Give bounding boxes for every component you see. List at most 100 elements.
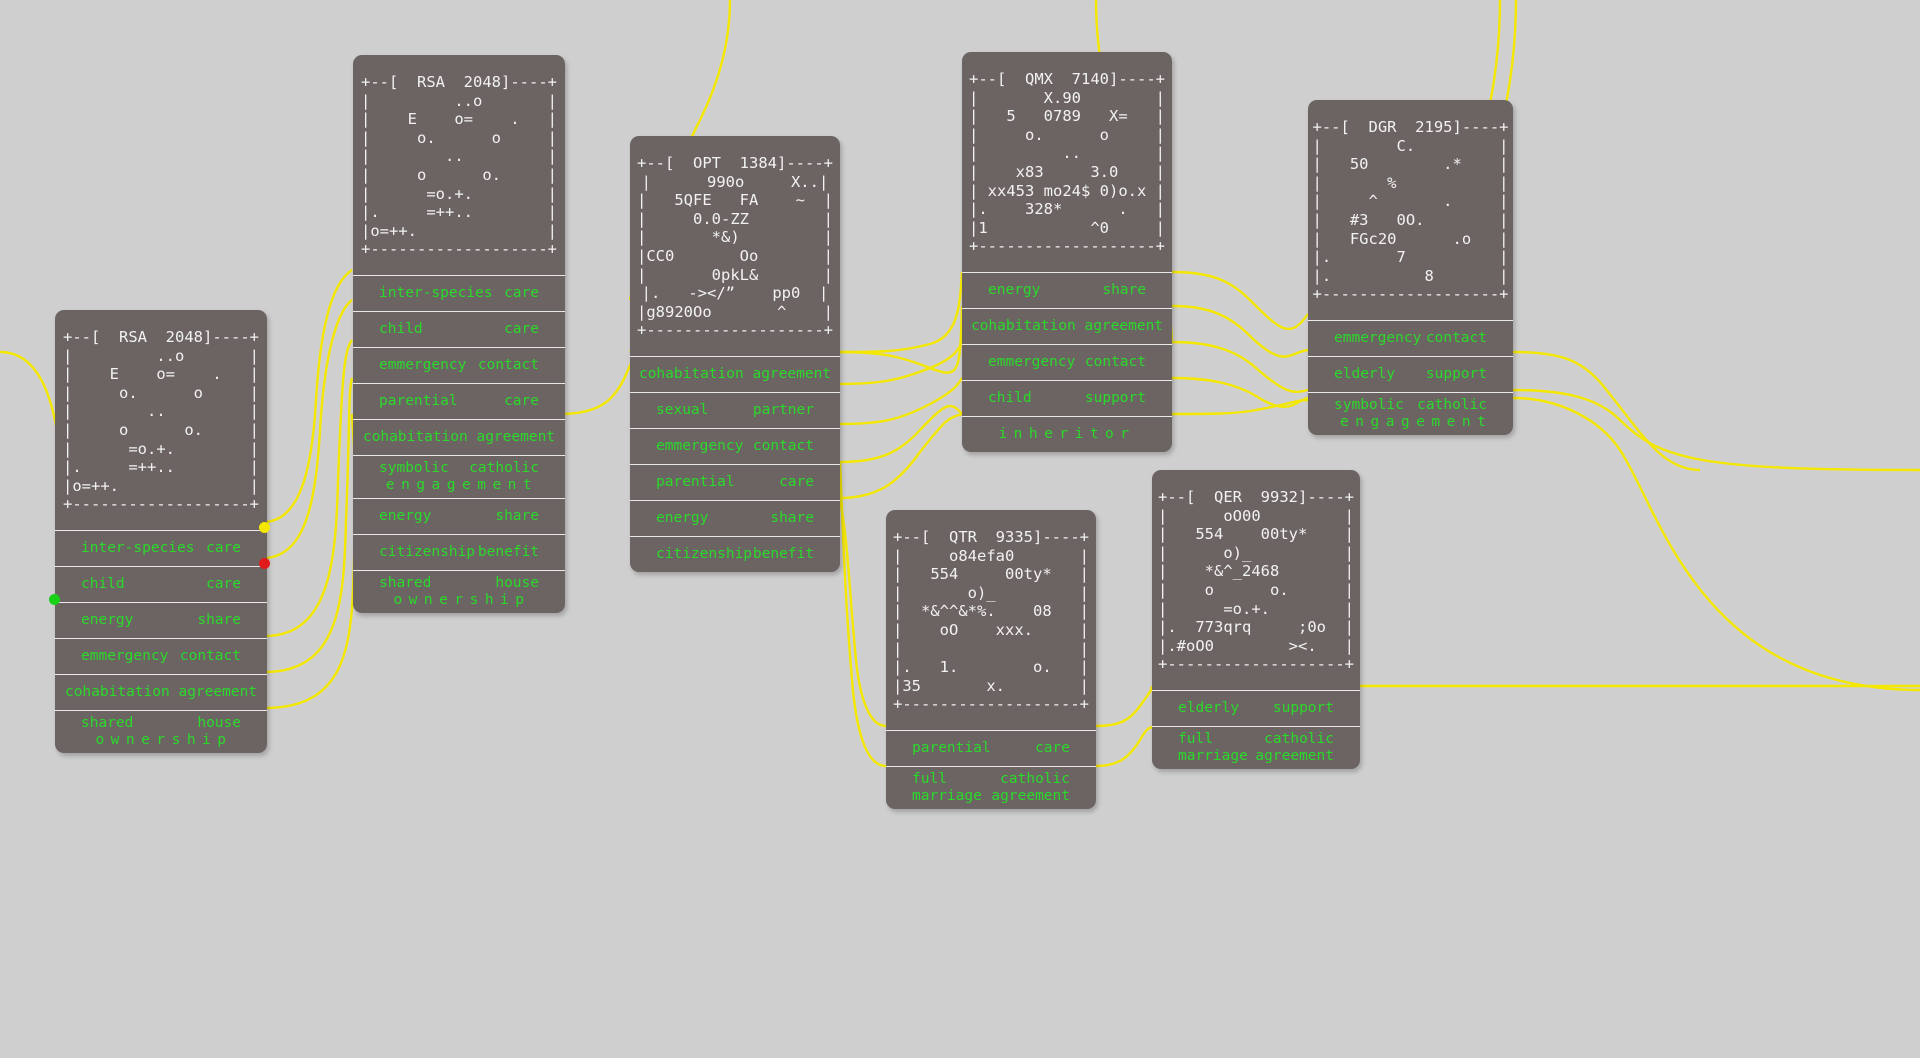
permission-row[interactable]: full catholic marriage agreement: [886, 765, 1096, 809]
label-gap: [1076, 318, 1085, 335]
key-card[interactable]: +--[ QTR 9335]----+ | o84efa0 | | 554 00…: [886, 510, 1096, 809]
permission-row[interactable]: cohabitation agreement: [962, 307, 1172, 344]
label-gap: [468, 429, 477, 446]
permission-label-left: parential: [656, 473, 735, 490]
permission-row[interactable]: elderly support: [1308, 355, 1513, 392]
permission-row[interactable]: emmergency contact: [1308, 319, 1513, 356]
permission-row[interactable]: energy share: [55, 601, 267, 638]
permission-label-right: care: [504, 284, 539, 301]
permission-label-right: care: [206, 539, 241, 556]
connection-wire: [559, 344, 639, 416]
permission-label-right: agreement: [476, 428, 556, 445]
connection-wire: [1171, 376, 1309, 408]
permission-row[interactable]: cohabitation agreement: [55, 673, 267, 710]
permission-label-right: care: [779, 473, 814, 490]
connection-wire: [264, 339, 353, 638]
connection-wire: [1512, 350, 1701, 472]
key-card[interactable]: +--[ QER 9932]----+ | oO00 | | 554 00ty*…: [1152, 470, 1360, 769]
permission-row[interactable]: parential care: [886, 729, 1096, 766]
permission-row[interactable]: energy share: [353, 497, 565, 534]
permission-label-right: contact: [179, 647, 241, 664]
permission-label-right: care: [504, 392, 539, 409]
permission-label-right: share: [197, 611, 241, 628]
permission-label-left: full: [912, 770, 947, 787]
connection-wire: [1171, 340, 1309, 394]
permission-row[interactable]: emmergency contact: [630, 427, 840, 464]
permission-row[interactable]: inheritor: [962, 415, 1172, 452]
permission-label-left: emmergency: [656, 437, 744, 454]
permission-label-right: catholic: [1417, 396, 1487, 413]
ascii-art-fingerprint: +--[ OPT 1384]----+ | 990o X..| | 5QFE F…: [637, 154, 833, 340]
permission-label-left: energy: [656, 509, 709, 526]
permission-label-right: catholic: [1264, 730, 1334, 747]
permission-label-right: support: [1084, 389, 1146, 406]
permission-label-right: support: [1425, 365, 1487, 382]
permission-row[interactable]: energy share: [630, 499, 840, 536]
key-card[interactable]: +--[ RSA 2048]----+ | ..o | | E o= . | |…: [55, 310, 267, 753]
port-dot-red[interactable]: [259, 558, 270, 569]
permission-label-right: agreement: [1084, 317, 1164, 334]
permission-label-right: partner: [752, 401, 814, 418]
permission-row[interactable]: cohabitation agreement: [353, 418, 565, 455]
permission-label-left: child: [988, 389, 1032, 406]
permission-label-left: symbolic: [1334, 396, 1404, 413]
connection-wire: [1512, 388, 1920, 472]
permission-row[interactable]: citizenship benefit: [353, 533, 565, 570]
permission-row[interactable]: cohabitation agreement: [630, 355, 840, 392]
key-card[interactable]: +--[ QMX 7140]----+ | X.90 | | 5 0789 X=…: [962, 52, 1172, 452]
permission-row[interactable]: sexual partner: [630, 391, 840, 428]
connection-wire: [839, 341, 964, 386]
permission-row[interactable]: citizenship benefit: [630, 535, 840, 572]
permission-row-list: inter-species care child care energy share emm…: [55, 529, 267, 753]
permission-label-left: cohabitation: [362, 428, 468, 445]
connection-wire: [1095, 725, 1154, 768]
permission-row[interactable]: elderly support: [1152, 689, 1360, 726]
permission-label-right: catholic: [1000, 770, 1070, 787]
connection-wire: [264, 413, 357, 710]
key-card[interactable]: +--[ RSA 2048]----+ | ..o | | E o= . | |…: [353, 55, 565, 613]
permission-row[interactable]: emmergency contact: [55, 637, 267, 674]
permission-row-list: cohabitation agreement sexual partner emmer…: [630, 355, 840, 572]
permission-row[interactable]: parential care: [630, 463, 840, 500]
connection-wire: [839, 305, 964, 374]
port-dot-yellow[interactable]: [259, 522, 270, 533]
permission-row[interactable]: full catholic marriage agreement: [1152, 725, 1360, 769]
permission-label-right: care: [504, 320, 539, 337]
permission-label-left: full: [1178, 730, 1213, 747]
diagram-canvas: +--[ RSA 2048]----+ | ..o | | E o= . | |…: [0, 0, 1920, 1058]
permission-row[interactable]: emmergency contact: [962, 343, 1172, 380]
permission-label-second-line: engagement: [385, 476, 539, 493]
permission-label-right: agreement: [752, 365, 832, 382]
permission-row[interactable]: shared house ownership: [353, 569, 565, 613]
connection-wire: [264, 377, 354, 674]
permission-label-right: house: [197, 714, 241, 731]
permission-row[interactable]: inter-species care: [55, 529, 267, 566]
permission-row[interactable]: child support: [962, 379, 1172, 416]
permission-label-right: support: [1272, 699, 1334, 716]
permission-label-left: symbolic: [379, 459, 449, 476]
permission-row[interactable]: parential care: [353, 382, 565, 419]
permission-label-right: catholic: [469, 459, 539, 476]
permission-label-left: child: [379, 320, 423, 337]
permission-row[interactable]: shared house ownership: [55, 709, 267, 753]
permission-label-right: contact: [1425, 329, 1487, 346]
ascii-art-fingerprint: +--[ RSA 2048]----+ | ..o | | E o= . | |…: [63, 328, 259, 514]
key-card[interactable]: +--[ OPT 1384]----+ | 990o X..| | 5QFE F…: [630, 136, 840, 572]
connection-wire: [1171, 398, 1309, 416]
permission-label: inheritor: [998, 425, 1136, 442]
permission-label-right: contact: [1084, 353, 1146, 370]
permission-row[interactable]: symbolic catholic engagement: [1308, 391, 1513, 435]
key-card[interactable]: +--[ DGR 2195]----+ | C. | | 50 .* | | %…: [1308, 100, 1513, 435]
connection-wire: [839, 377, 963, 426]
permission-label-left: cohabitation: [638, 365, 744, 382]
permission-row[interactable]: child care: [55, 565, 267, 602]
permission-label-right: agreement: [178, 683, 258, 700]
permission-row[interactable]: emmergency contact: [353, 346, 565, 383]
permission-label-left: citizenship: [656, 545, 753, 562]
port-dot-green[interactable]: [49, 594, 60, 605]
permission-row[interactable]: symbolic catholic engagement: [353, 454, 565, 498]
permission-row[interactable]: child care: [353, 310, 565, 347]
permission-row[interactable]: inter-species care: [353, 274, 565, 311]
permission-row[interactable]: energy share: [962, 271, 1172, 308]
permission-label-left: energy: [988, 281, 1041, 298]
